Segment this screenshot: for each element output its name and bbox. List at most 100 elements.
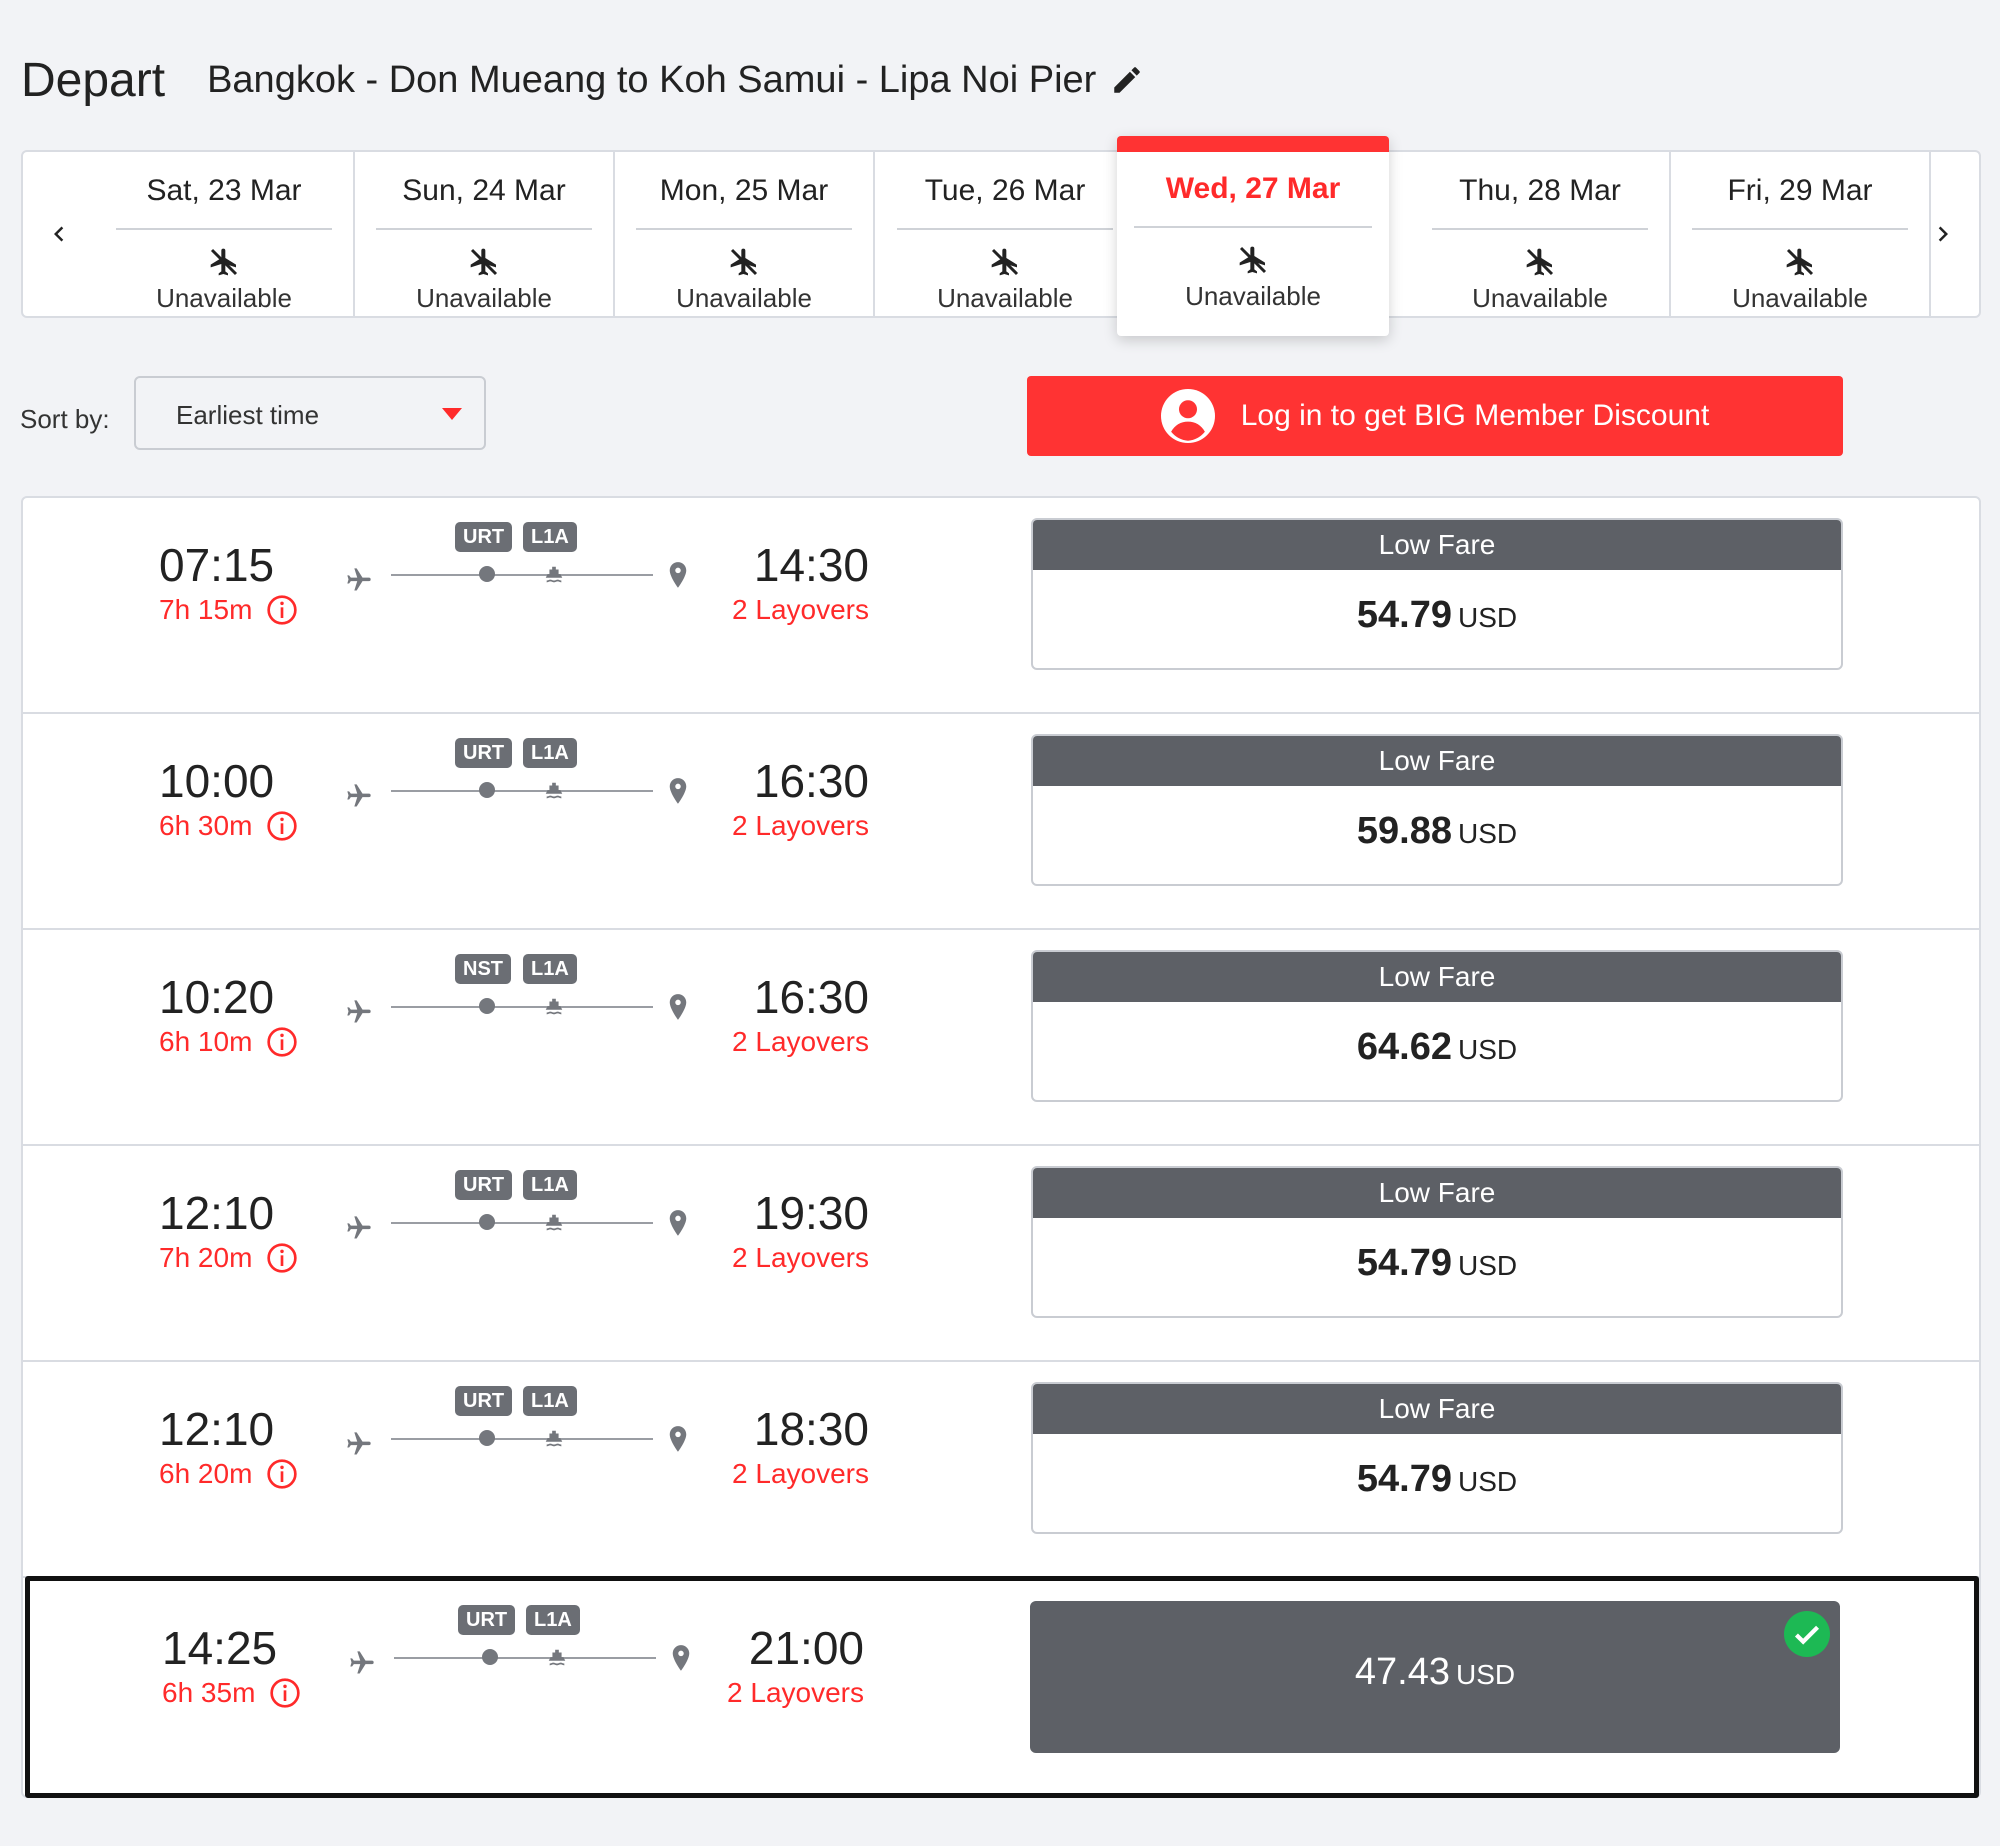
- layover-count: 2 Layovers: [732, 1458, 869, 1489]
- date-status: Unavailable: [937, 283, 1073, 313]
- stop-dot: [479, 782, 495, 798]
- flight-row[interactable]: 12:10 7h 20m URT L1A 19:30 2 Layovers Lo…: [23, 1146, 1979, 1362]
- fare-option-card[interactable]: Low Fare 54.79 USD: [1031, 1382, 1843, 1534]
- next-dates-button[interactable]: [1907, 152, 1979, 316]
- price-currency: USD: [1455, 1659, 1516, 1690]
- plane-icon: [350, 1651, 374, 1674]
- date-tab-5[interactable]: Thu, 28 Mar Unavailable: [1411, 152, 1671, 316]
- date-label: Tue, 26 Mar: [924, 174, 1086, 207]
- date-selector: Sat, 23 Mar Unavailable Sun, 24 Mar Unav…: [21, 136, 1981, 336]
- fare-type-label: Low Fare: [1033, 952, 1841, 1002]
- date-divider: [1432, 228, 1648, 230]
- chevron-right-icon: [1938, 226, 1948, 242]
- price-amount: 64.62: [1356, 1026, 1452, 1068]
- page-title: Depart: [21, 53, 166, 107]
- stop-badge: URT: [455, 522, 513, 552]
- stop-badge: L1A: [523, 522, 577, 552]
- flight-duration: 6h 20m: [159, 1458, 298, 1490]
- departure-time: 10:00: [159, 755, 275, 807]
- date-label: Wed, 27 Mar: [1165, 172, 1341, 205]
- flight-duration: 7h 20m: [159, 1242, 298, 1274]
- stop-badge: L1A: [523, 738, 577, 768]
- stop-badge: URT: [455, 738, 513, 768]
- date-status: Unavailable: [1732, 283, 1868, 313]
- info-icon[interactable]: [266, 1242, 298, 1274]
- prev-dates-button[interactable]: [23, 152, 95, 316]
- stop-dot: [479, 1214, 495, 1230]
- date-divider: [116, 228, 332, 230]
- stop-dot: [482, 1649, 498, 1665]
- route-line: [391, 1438, 653, 1440]
- date-label: Mon, 25 Mar: [659, 174, 829, 207]
- flight-row[interactable]: 07:15 7h 15m URT L1A 14:30 2 Layovers Lo…: [23, 498, 1979, 714]
- date-label: Fri, 29 Mar: [1727, 174, 1873, 207]
- layover-count: 2 Layovers: [732, 1242, 869, 1273]
- date-label: Thu, 28 Mar: [1459, 174, 1621, 207]
- route-line: [391, 790, 653, 792]
- fare-type-label: Low Fare: [1033, 736, 1841, 786]
- info-icon[interactable]: [266, 594, 298, 626]
- fare-option-card[interactable]: Low Fare 54.79 USD: [1031, 1166, 1843, 1318]
- date-tab-4-selected[interactable]: Wed, 27 Mar Unavailable: [1117, 136, 1389, 336]
- fare-type-label: Low Fare: [1033, 1168, 1841, 1218]
- fare-type-label: Low Fare: [1033, 1384, 1841, 1434]
- plane-icon: [347, 1216, 371, 1239]
- fare-option-card[interactable]: Low Fare 54.79 USD: [1031, 518, 1843, 670]
- location-pin-icon: [669, 1426, 687, 1452]
- stop-badge: L1A: [526, 1605, 580, 1635]
- date-tab-0[interactable]: Sat, 23 Mar Unavailable: [95, 152, 355, 316]
- duration-text: 6h 35m: [162, 1677, 256, 1708]
- price-amount: 59.88: [1356, 810, 1452, 852]
- arrival-time: 16:30: [753, 971, 869, 1023]
- layover-count: 2 Layovers: [732, 1026, 869, 1057]
- flight-row[interactable]: 12:10 6h 20m URT L1A 18:30 2 Layovers Lo…: [23, 1362, 1979, 1578]
- fare-option-card[interactable]: Low Fare 59.88 USD: [1031, 734, 1843, 886]
- flight-unavailable-icon: [1526, 248, 1554, 276]
- stop-dot: [479, 566, 495, 582]
- price-amount: 47.43: [1354, 1651, 1450, 1693]
- stop-badge: L1A: [523, 954, 577, 984]
- ferry-icon: [545, 1214, 563, 1231]
- plane-icon: [347, 784, 371, 807]
- date-label: Sat, 23 Mar: [146, 174, 302, 207]
- arrival-time: 16:30: [753, 755, 869, 807]
- arrival-time: 18:30: [753, 1403, 869, 1455]
- info-icon[interactable]: [269, 1677, 301, 1709]
- pencil-icon[interactable]: [1110, 63, 1144, 97]
- fare-price: 54.79 USD: [1033, 1242, 1841, 1285]
- date-divider: [1134, 226, 1372, 228]
- flight-row[interactable]: 10:00 6h 30m URT L1A 16:30 2 Layovers Lo…: [23, 714, 1979, 930]
- ferry-icon: [545, 566, 563, 583]
- plane-icon: [347, 1000, 371, 1023]
- flight-row[interactable]: 10:20 6h 10m NST L1A 16:30 2 Layovers Lo…: [23, 930, 1979, 1146]
- date-tab-2[interactable]: Mon, 25 Mar Unavailable: [615, 152, 875, 316]
- route-line: [391, 1222, 653, 1224]
- arrival-time: 21:00: [748, 1622, 864, 1674]
- info-icon[interactable]: [266, 810, 298, 842]
- fare-price: 59.88 USD: [1033, 810, 1841, 853]
- flight-row-selected[interactable]: 14:25 6h 35m URT L1A 21:00 2 Layovers 47…: [25, 1576, 1979, 1798]
- fare-price: 54.79 USD: [1033, 594, 1841, 637]
- date-divider: [636, 228, 852, 230]
- sort-dropdown[interactable]: Earliest time: [134, 376, 486, 450]
- date-tab-6[interactable]: Fri, 29 Mar Unavailable: [1671, 152, 1931, 316]
- duration-text: 7h 20m: [159, 1242, 253, 1273]
- info-icon[interactable]: [266, 1026, 298, 1058]
- ferry-icon: [545, 782, 563, 799]
- date-tab-3[interactable]: Tue, 26 Mar Unavailable: [875, 152, 1135, 316]
- arrival-time: 19:30: [753, 1187, 869, 1239]
- date-tab-1[interactable]: Sun, 24 Mar Unavailable: [355, 152, 615, 316]
- flight-unavailable-icon: [470, 248, 498, 276]
- price-currency: USD: [1457, 602, 1518, 633]
- price-amount: 54.79: [1356, 1242, 1452, 1284]
- fare-option-card[interactable]: Low Fare 64.62 USD: [1031, 950, 1843, 1102]
- departure-time: 12:10: [159, 1403, 275, 1455]
- layover-count: 2 Layovers: [727, 1677, 864, 1708]
- fare-option-card-selected[interactable]: 47.43 USD: [1030, 1601, 1840, 1753]
- info-icon[interactable]: [266, 1458, 298, 1490]
- stop-dot: [479, 998, 495, 1014]
- ferry-icon: [545, 998, 563, 1015]
- login-discount-button[interactable]: Log in to get BIG Member Discount: [1027, 376, 1843, 456]
- duration-text: 6h 20m: [159, 1458, 253, 1489]
- flight-unavailable-icon: [991, 248, 1019, 276]
